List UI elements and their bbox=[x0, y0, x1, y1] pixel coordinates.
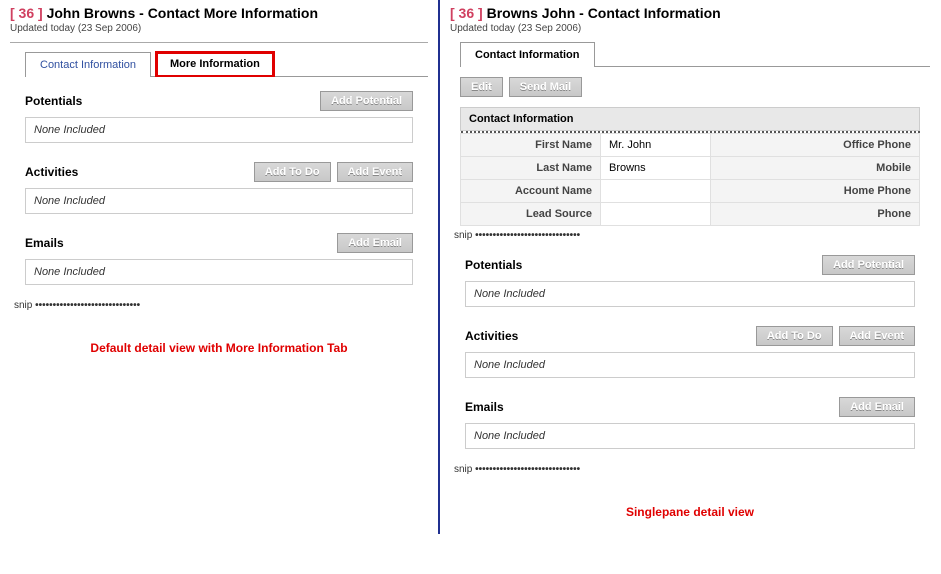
field-label-last-name: Last Name bbox=[461, 157, 601, 180]
add-todo-button[interactable]: Add To Do bbox=[756, 326, 833, 346]
section-emails: Emails Add Email None Included bbox=[25, 229, 413, 285]
section-potentials: Potentials Add Potential None Included bbox=[465, 251, 915, 307]
edit-button[interactable]: Edit bbox=[460, 77, 503, 97]
field-value-first-name: Mr. John bbox=[601, 134, 711, 157]
field-label-first-name: First Name bbox=[461, 134, 601, 157]
caption-label: Default detail view with More Informatio… bbox=[10, 341, 428, 355]
snip-label: snip •••••••••••••••••••••••••••••• bbox=[14, 300, 428, 311]
field-label-phone: Phone bbox=[711, 203, 920, 226]
section-title: Emails bbox=[465, 400, 504, 414]
add-todo-button[interactable]: Add To Do bbox=[254, 162, 331, 182]
record-id: [ 36 ] bbox=[10, 5, 43, 21]
record-title: Browns John - Contact Information bbox=[487, 5, 721, 21]
field-value-account-name bbox=[601, 180, 711, 203]
section-activities: Activities Add To Do Add Event None Incl… bbox=[465, 322, 915, 378]
section-title: Potentials bbox=[465, 258, 522, 272]
tab-more-information[interactable]: More Information bbox=[155, 51, 275, 77]
updated-label: Updated today (23 Sep 2006) bbox=[450, 23, 930, 34]
right-pane: [ 36 ] Browns John - Contact Information… bbox=[440, 0, 940, 534]
left-pane: [ 36 ] John Browns - Contact More Inform… bbox=[0, 0, 440, 534]
dots-icon: •••••••••••••••••••••••••••••• bbox=[35, 300, 140, 311]
add-email-button[interactable]: Add Email bbox=[839, 397, 915, 417]
field-label-home-phone: Home Phone bbox=[711, 180, 920, 203]
updated-label: Updated today (23 Sep 2006) bbox=[10, 23, 428, 34]
section-activities: Activities Add To Do Add Event None Incl… bbox=[25, 158, 413, 214]
add-event-button[interactable]: Add Event bbox=[839, 326, 915, 346]
section-title: Activities bbox=[465, 329, 518, 343]
contact-info-table: Contact Information First Name Mr. John … bbox=[460, 107, 920, 226]
section-empty: None Included bbox=[25, 259, 413, 285]
section-empty: None Included bbox=[465, 352, 915, 378]
section-title: Activities bbox=[25, 165, 78, 179]
section-title: Emails bbox=[25, 236, 64, 250]
field-label-office-phone: Office Phone bbox=[711, 134, 920, 157]
field-value-last-name: Browns bbox=[601, 157, 711, 180]
field-label-account-name: Account Name bbox=[461, 180, 601, 203]
record-title: John Browns - Contact More Information bbox=[47, 5, 318, 21]
section-title: Potentials bbox=[25, 94, 82, 108]
field-value-lead-source bbox=[601, 203, 711, 226]
snip-label: snip •••••••••••••••••••••••••••••• bbox=[454, 230, 930, 241]
section-empty: None Included bbox=[25, 188, 413, 214]
record-id: [ 36 ] bbox=[450, 5, 483, 21]
snip-label: snip •••••••••••••••••••••••••••••• bbox=[454, 464, 930, 475]
section-empty: None Included bbox=[465, 423, 915, 449]
add-potential-button[interactable]: Add Potential bbox=[320, 91, 413, 111]
section-potentials: Potentials Add Potential None Included bbox=[25, 87, 413, 143]
caption-label: Singlepane detail view bbox=[450, 505, 930, 519]
tabs: Contact Information bbox=[460, 42, 930, 67]
action-bar: Edit Send Mail bbox=[460, 77, 920, 97]
add-event-button[interactable]: Add Event bbox=[337, 162, 413, 182]
header-title: [ 36 ] Browns John - Contact Information bbox=[450, 5, 930, 21]
field-label-lead-source: Lead Source bbox=[461, 203, 601, 226]
tab-contact-information[interactable]: Contact Information bbox=[460, 42, 595, 67]
field-label-mobile: Mobile bbox=[711, 157, 920, 180]
add-potential-button[interactable]: Add Potential bbox=[822, 255, 915, 275]
dots-icon: •••••••••••••••••••••••••••••• bbox=[475, 464, 580, 475]
divider bbox=[10, 42, 428, 43]
dots-icon: •••••••••••••••••••••••••••••• bbox=[475, 230, 580, 241]
section-empty: None Included bbox=[25, 117, 413, 143]
header-title: [ 36 ] John Browns - Contact More Inform… bbox=[10, 5, 428, 21]
section-empty: None Included bbox=[465, 281, 915, 307]
send-mail-button[interactable]: Send Mail bbox=[509, 77, 582, 97]
group-header: Contact Information bbox=[461, 108, 920, 131]
tabs: Contact Information More Information bbox=[25, 51, 428, 77]
section-emails: Emails Add Email None Included bbox=[465, 393, 915, 449]
tab-contact-information[interactable]: Contact Information bbox=[25, 52, 151, 77]
add-email-button[interactable]: Add Email bbox=[337, 233, 413, 253]
